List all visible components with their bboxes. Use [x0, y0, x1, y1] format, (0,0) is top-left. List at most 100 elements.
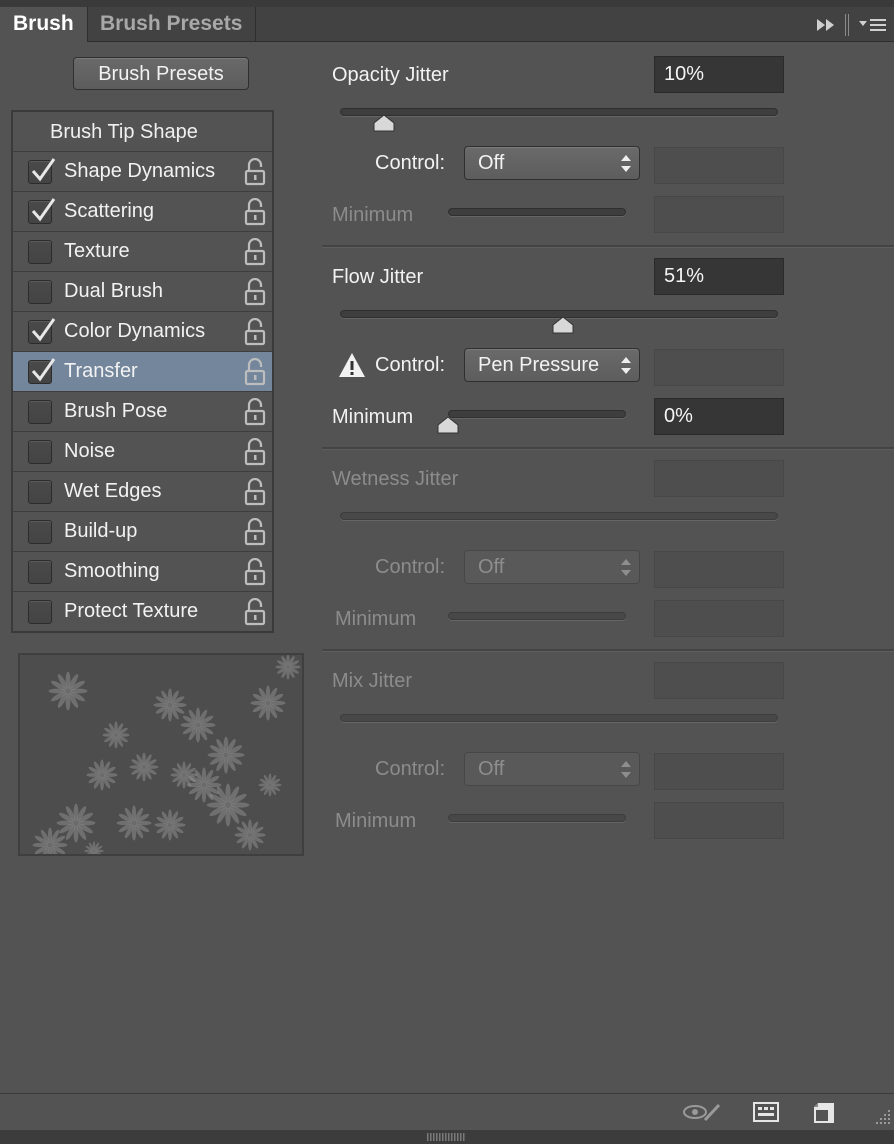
- lock-icon[interactable]: [244, 158, 266, 186]
- tab-brush-presets[interactable]: Brush Presets: [87, 7, 257, 41]
- brush-tip-shape-item[interactable]: Brush Tip Shape: [13, 112, 272, 152]
- brush-setting-label: Dual Brush: [64, 280, 163, 302]
- brush-setting-checkbox[interactable]: [28, 520, 52, 544]
- brush-setting-checkbox[interactable]: [28, 600, 52, 624]
- select-arrows-icon: [621, 155, 631, 172]
- opacity-jitter-slider[interactable]: [340, 108, 778, 116]
- flow-minimum-slider[interactable]: [448, 410, 626, 418]
- wetness-minimum-field: [654, 600, 784, 637]
- section-divider: [322, 649, 894, 652]
- brush-setting-item[interactable]: Build-up: [13, 512, 272, 552]
- lock-icon[interactable]: [244, 318, 266, 346]
- brush-setting-checkbox[interactable]: [28, 560, 52, 584]
- preview-canvas: [32, 655, 301, 854]
- tab-bar: Brush Brush Presets: [0, 7, 894, 42]
- brush-setting-checkbox[interactable]: [28, 280, 52, 304]
- brush-stroke-preview: [18, 653, 304, 856]
- eye-brush-icon[interactable]: [683, 1102, 723, 1122]
- brush-setting-item[interactable]: Protect Texture: [13, 592, 272, 632]
- top-edge: [0, 0, 894, 7]
- lock-icon[interactable]: [244, 478, 266, 506]
- flow-minimum-slider-thumb[interactable]: [437, 416, 459, 434]
- brush-dab: [154, 809, 186, 841]
- brush-panel-icon[interactable]: [753, 1102, 779, 1122]
- brush-dab: [84, 841, 104, 854]
- checkmark-icon: [31, 158, 56, 182]
- resize-grip-icon[interactable]: [874, 1110, 892, 1126]
- brush-setting-item[interactable]: Wet Edges: [13, 472, 272, 512]
- brush-setting-checkbox[interactable]: [28, 158, 56, 184]
- fast-forward-icon[interactable]: [816, 18, 836, 32]
- wetness-jitter-label: Wetness Jitter: [332, 468, 459, 490]
- brush-setting-item[interactable]: Dual Brush: [13, 272, 272, 312]
- opacity-jitter-field[interactable]: 10%: [654, 56, 784, 93]
- mix-control-field: [654, 753, 784, 790]
- brush-setting-checkbox[interactable]: [28, 240, 52, 264]
- brush-setting-label: Color Dynamics: [64, 320, 206, 342]
- lock-icon[interactable]: [244, 238, 266, 266]
- lock-icon[interactable]: [244, 358, 266, 386]
- lock-icon[interactable]: [244, 398, 266, 426]
- wetness-jitter-slider: [340, 512, 778, 520]
- tab-brush[interactable]: Brush: [0, 7, 88, 42]
- brush-setting-checkbox[interactable]: [28, 198, 56, 224]
- flow-jitter-field[interactable]: 51%: [654, 258, 784, 295]
- wetness-control-select: Off: [464, 550, 640, 584]
- lock-icon[interactable]: [244, 278, 266, 306]
- brush-setting-item[interactable]: Color Dynamics: [13, 312, 272, 352]
- brush-setting-item[interactable]: Scattering: [13, 192, 272, 232]
- mix-minimum-field: [654, 802, 784, 839]
- brush-setting-item[interactable]: Texture: [13, 232, 272, 272]
- panel-footer: [0, 1093, 894, 1130]
- brush-dab: [48, 671, 88, 711]
- brush-dab: [207, 736, 245, 774]
- mix-jitter-label: Mix Jitter: [332, 670, 412, 692]
- new-preset-icon[interactable]: [813, 1102, 835, 1124]
- flow-minimum-label: Minimum: [332, 406, 414, 428]
- panel-menu-icon[interactable]: [858, 17, 886, 33]
- opacity-jitter-slider-thumb[interactable]: [373, 114, 395, 132]
- brush-setting-label: Protect Texture: [64, 600, 199, 622]
- brush-dab: [153, 688, 187, 722]
- wetness-jitter-field: [654, 460, 784, 497]
- lock-icon[interactable]: [244, 558, 266, 586]
- lock-icon[interactable]: [244, 518, 266, 546]
- wetness-control-field: [654, 551, 784, 588]
- select-arrows-icon: [621, 761, 631, 778]
- flow-control-value: Pen Pressure: [478, 354, 600, 376]
- flow-jitter-slider-thumb[interactable]: [552, 316, 574, 334]
- section-divider: [322, 245, 894, 248]
- warning-icon: [339, 353, 365, 377]
- brush-setting-item[interactable]: Transfer: [13, 352, 272, 392]
- section-divider: [322, 447, 894, 450]
- opacity-control-select[interactable]: Off: [464, 146, 640, 180]
- brush-setting-checkbox[interactable]: [28, 440, 52, 464]
- drag-handle-icon: [427, 1133, 465, 1141]
- mix-jitter-field: [654, 662, 784, 699]
- panel-bottom-grip[interactable]: [0, 1130, 894, 1144]
- brush-dab: [86, 759, 118, 791]
- flow-minimum-field[interactable]: 0%: [654, 398, 784, 435]
- brush-setting-label: Smoothing: [64, 560, 160, 582]
- lock-icon[interactable]: [244, 438, 266, 466]
- opacity-control-label: Control:: [375, 152, 446, 174]
- brush-setting-checkbox[interactable]: [28, 400, 52, 424]
- wetness-minimum-label: Minimum: [335, 608, 417, 630]
- brush-setting-label: Texture: [64, 240, 130, 262]
- select-arrows-icon: [621, 559, 631, 576]
- brush-setting-checkbox[interactable]: [28, 318, 56, 344]
- flow-control-select[interactable]: Pen Pressure: [464, 348, 640, 382]
- brush-setting-item[interactable]: Smoothing: [13, 552, 272, 592]
- brush-setting-item[interactable]: Shape Dynamics: [13, 152, 272, 192]
- brush-setting-checkbox[interactable]: [28, 480, 52, 504]
- lock-icon[interactable]: [244, 598, 266, 626]
- brush-setting-item[interactable]: Noise: [13, 432, 272, 472]
- brush-setting-checkbox[interactable]: [28, 358, 56, 384]
- opacity-control-field: [654, 147, 784, 184]
- mix-jitter-slider: [340, 714, 778, 722]
- brush-setting-item[interactable]: Brush Pose: [13, 392, 272, 432]
- wetness-control-value: Off: [478, 556, 505, 578]
- lock-icon[interactable]: [244, 198, 266, 226]
- brush-presets-button[interactable]: Brush Presets: [73, 57, 249, 90]
- brush-dab: [250, 685, 286, 721]
